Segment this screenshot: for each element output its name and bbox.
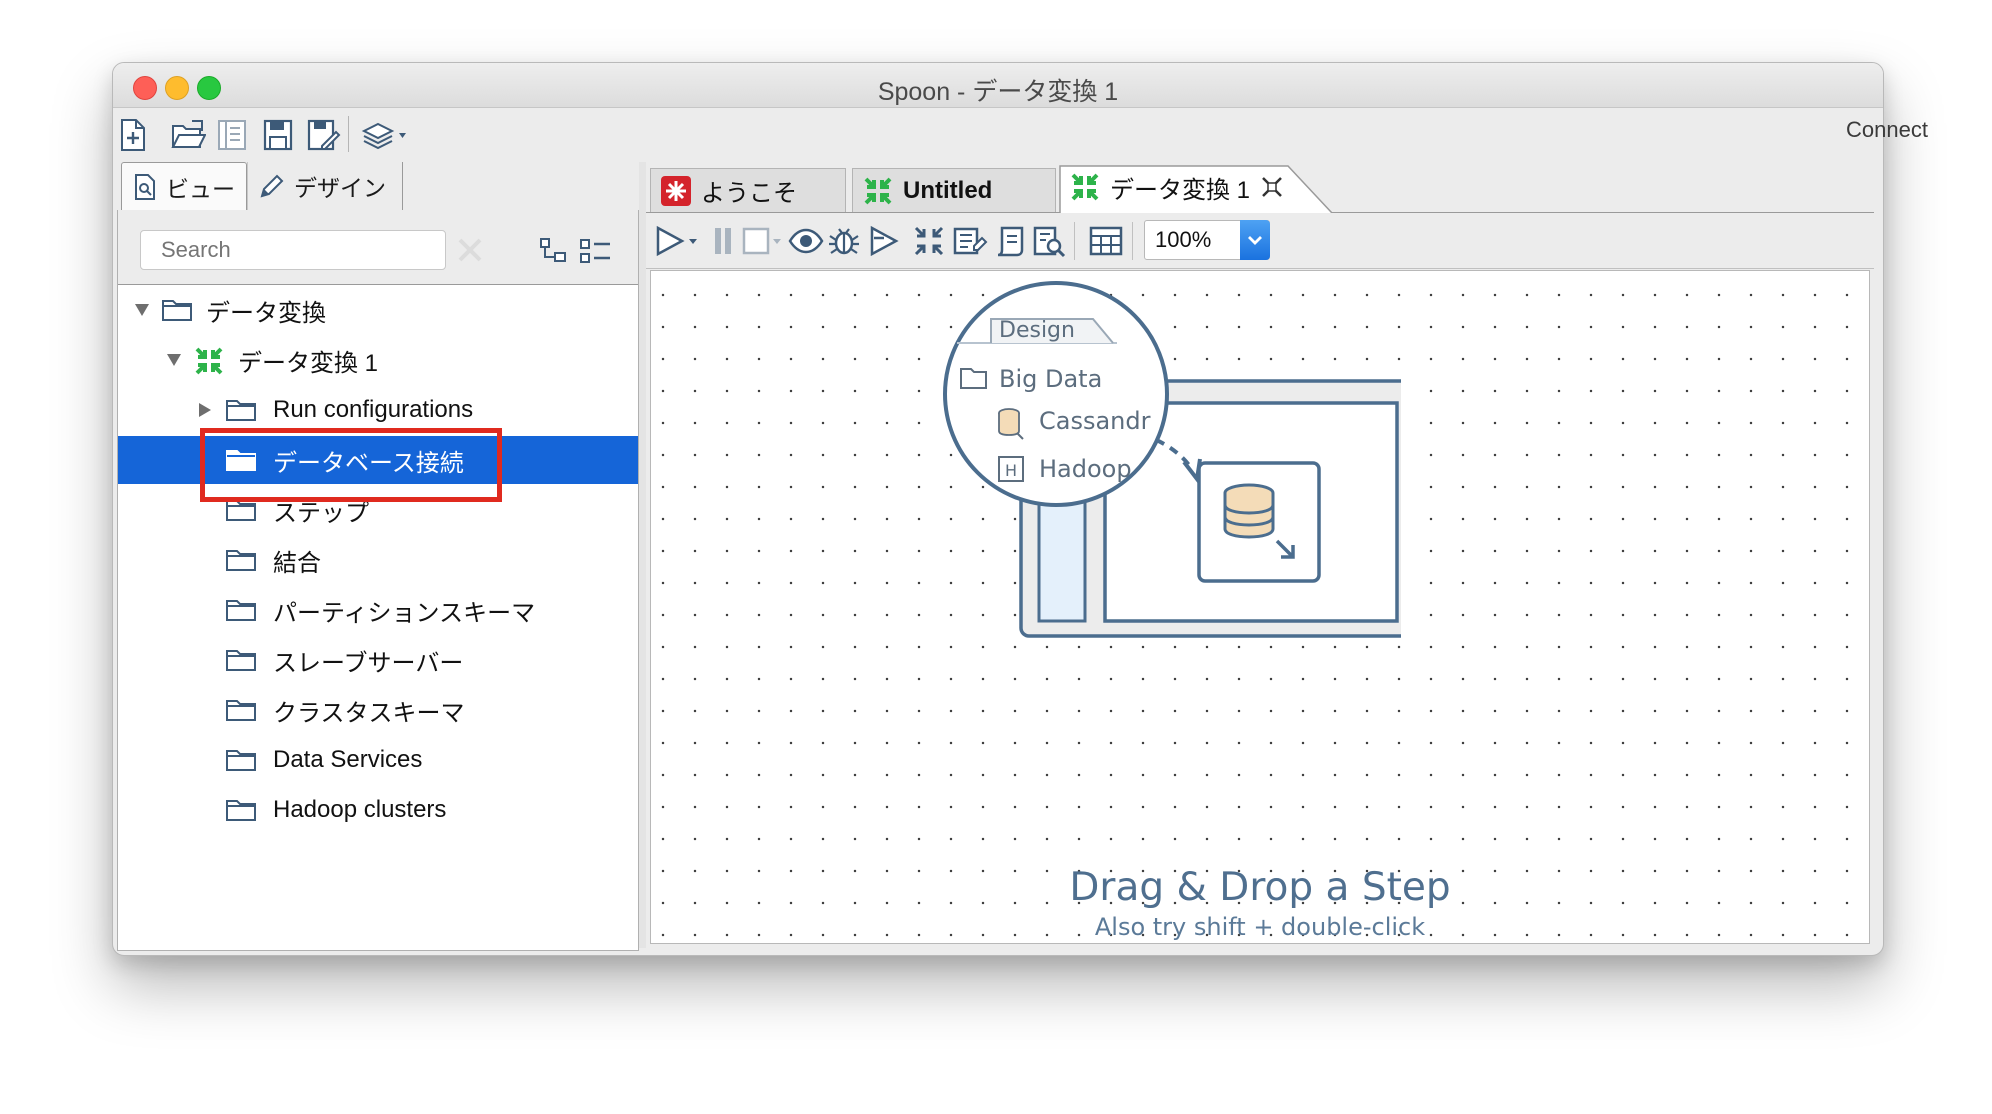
drag-drop-hint: Also try shift + double-click <box>1094 913 1426 941</box>
collapsed-arrow-icon[interactable] <box>198 402 212 418</box>
collapse-all-icon[interactable] <box>538 236 568 266</box>
pause-icon[interactable] <box>710 224 738 258</box>
tree-item-hops[interactable]: 結合 <box>118 536 638 584</box>
panel-splitter[interactable] <box>639 162 646 948</box>
tab-welcome-label: ようこそ <box>701 180 797 207</box>
pencil-icon <box>258 172 284 200</box>
tree-item-label: Data Services <box>273 746 423 773</box>
folder-icon <box>226 598 256 622</box>
folder-icon <box>226 748 256 772</box>
tab-welcome[interactable]: ようこそ <box>650 168 846 212</box>
folder-icon <box>226 648 256 672</box>
editor-panel: ようこそ Untitled データ変換 1 100% Design Big Da… <box>646 162 1882 948</box>
search-input[interactable] <box>140 230 446 270</box>
tab-view-label: ビュー <box>166 175 235 202</box>
tree-item-slave-servers[interactable]: スレーブサーバー <box>118 636 638 684</box>
close-tab-icon[interactable] <box>1260 175 1284 199</box>
tab-design-label: デザイン <box>294 175 386 201</box>
folder-icon <box>162 298 192 322</box>
replay-icon[interactable] <box>866 224 902 258</box>
folder-icon <box>226 798 256 822</box>
verify-icon[interactable] <box>912 224 948 258</box>
transformation-icon <box>1070 172 1100 202</box>
editor-tab-bar: ようこそ Untitled データ変換 1 <box>646 162 1874 213</box>
open-file-icon[interactable] <box>170 118 206 152</box>
expand-all-icon[interactable] <box>578 236 614 266</box>
search-area <box>118 210 638 285</box>
connect-button[interactable]: Connect <box>1846 117 1928 143</box>
tree-item-label: パーティションスキーマ <box>273 599 536 627</box>
illustration-tab-label: Design <box>999 318 1075 343</box>
tree-item-hadoop-clusters[interactable]: Hadoop clusters <box>118 786 638 834</box>
zoom-dropdown-button[interactable] <box>1240 220 1270 260</box>
tab-transformation-1[interactable]: データ変換 1 <box>1058 162 1338 213</box>
window-title: Spoon - データ変換 1 <box>877 78 1119 106</box>
tree-item-data-services[interactable]: Data Services <box>118 736 638 784</box>
tree-item-run-configurations[interactable]: Run configurations <box>118 386 638 434</box>
expand-arrow-icon[interactable] <box>134 303 150 317</box>
sql-icon[interactable] <box>992 224 1028 258</box>
run-icon[interactable] <box>654 224 700 258</box>
welcome-icon <box>661 175 691 206</box>
toolbar-divider <box>1074 222 1075 260</box>
tree-item-label: Hadoop clusters <box>273 796 447 823</box>
left-tab-bar: ビュー デザイン <box>117 162 639 211</box>
view-tab-icon <box>134 173 156 201</box>
debug-icon[interactable] <box>826 224 862 258</box>
clear-search-icon[interactable] <box>454 234 486 266</box>
expand-arrow-icon[interactable] <box>166 353 182 367</box>
toolbar-divider <box>348 116 349 152</box>
preview-icon[interactable] <box>788 224 824 258</box>
toolbar-divider <box>1132 222 1133 260</box>
tab-design[interactable]: デザイン <box>247 162 403 210</box>
tab-untitled[interactable]: Untitled <box>852 168 1056 212</box>
title-bar: Spoon - データ変換 1 <box>113 63 1883 108</box>
stop-icon[interactable] <box>740 224 784 258</box>
hadoop-h-icon: H <box>1005 461 1017 480</box>
new-file-icon[interactable] <box>118 118 148 152</box>
save-icon[interactable] <box>262 118 294 152</box>
tab-untitled-label: Untitled <box>903 176 993 204</box>
perspective-layers-icon[interactable] <box>360 118 412 152</box>
drag-drop-headline: Drag & Drop a Step <box>1069 865 1451 910</box>
folder-icon <box>226 698 256 722</box>
folder-icon <box>226 398 256 422</box>
tree-item-label: データ変換 1 <box>238 349 379 377</box>
tree-item-label: 結合 <box>273 549 321 577</box>
transformation-canvas[interactable]: Design Big Data Cassandr H Hadoop Drag &… <box>650 270 1870 944</box>
tree-item-cluster-schemas[interactable]: クラスタスキーマ <box>118 686 638 734</box>
tab-transformation-1-label: データ変換 1 <box>1110 177 1251 204</box>
tree-item-label: クラスタスキーマ <box>273 699 465 727</box>
save-as-icon[interactable] <box>306 118 342 152</box>
illustration-item-big-data: Big Data <box>999 365 1102 393</box>
drag-drop-illustration: Design Big Data Cassandr H Hadoop <box>941 279 1401 663</box>
transformation-icon <box>194 346 224 376</box>
transformation-icon <box>863 176 893 206</box>
show-results-icon[interactable] <box>1088 224 1124 258</box>
illustration-item-hadoop: Hadoop <box>1039 455 1132 483</box>
tab-view[interactable]: ビュー <box>121 162 247 211</box>
tree-item-label: Run configurations <box>273 396 474 423</box>
explore-db-icon[interactable] <box>1032 224 1068 258</box>
explore-repository-icon[interactable] <box>216 118 248 152</box>
illustration-item-cassandra: Cassandr <box>1039 407 1151 435</box>
tree-item-label: スレーブサーバー <box>273 649 464 677</box>
impact-icon[interactable] <box>952 224 988 258</box>
folder-icon <box>226 548 256 572</box>
editor-toolbar: 100% <box>646 214 1874 269</box>
tree-item-partition-schemas[interactable]: パーティションスキーマ <box>118 586 638 634</box>
left-panel: ビュー デザイン Search データ変換 データ変換 1 Run config… <box>117 162 639 951</box>
tree-item-transformation-1[interactable]: データ変換 1 <box>118 336 638 384</box>
highlight-annotation-box <box>200 428 502 502</box>
zoom-value: 100% <box>1155 227 1212 252</box>
tree-item-label: データ変換 <box>206 299 326 327</box>
zoom-select[interactable]: 100% <box>1144 220 1270 260</box>
view-tree-panel: データ変換 データ変換 1 Run configurations データベ <box>117 210 639 951</box>
tree-item-transformations[interactable]: データ変換 <box>118 286 638 334</box>
